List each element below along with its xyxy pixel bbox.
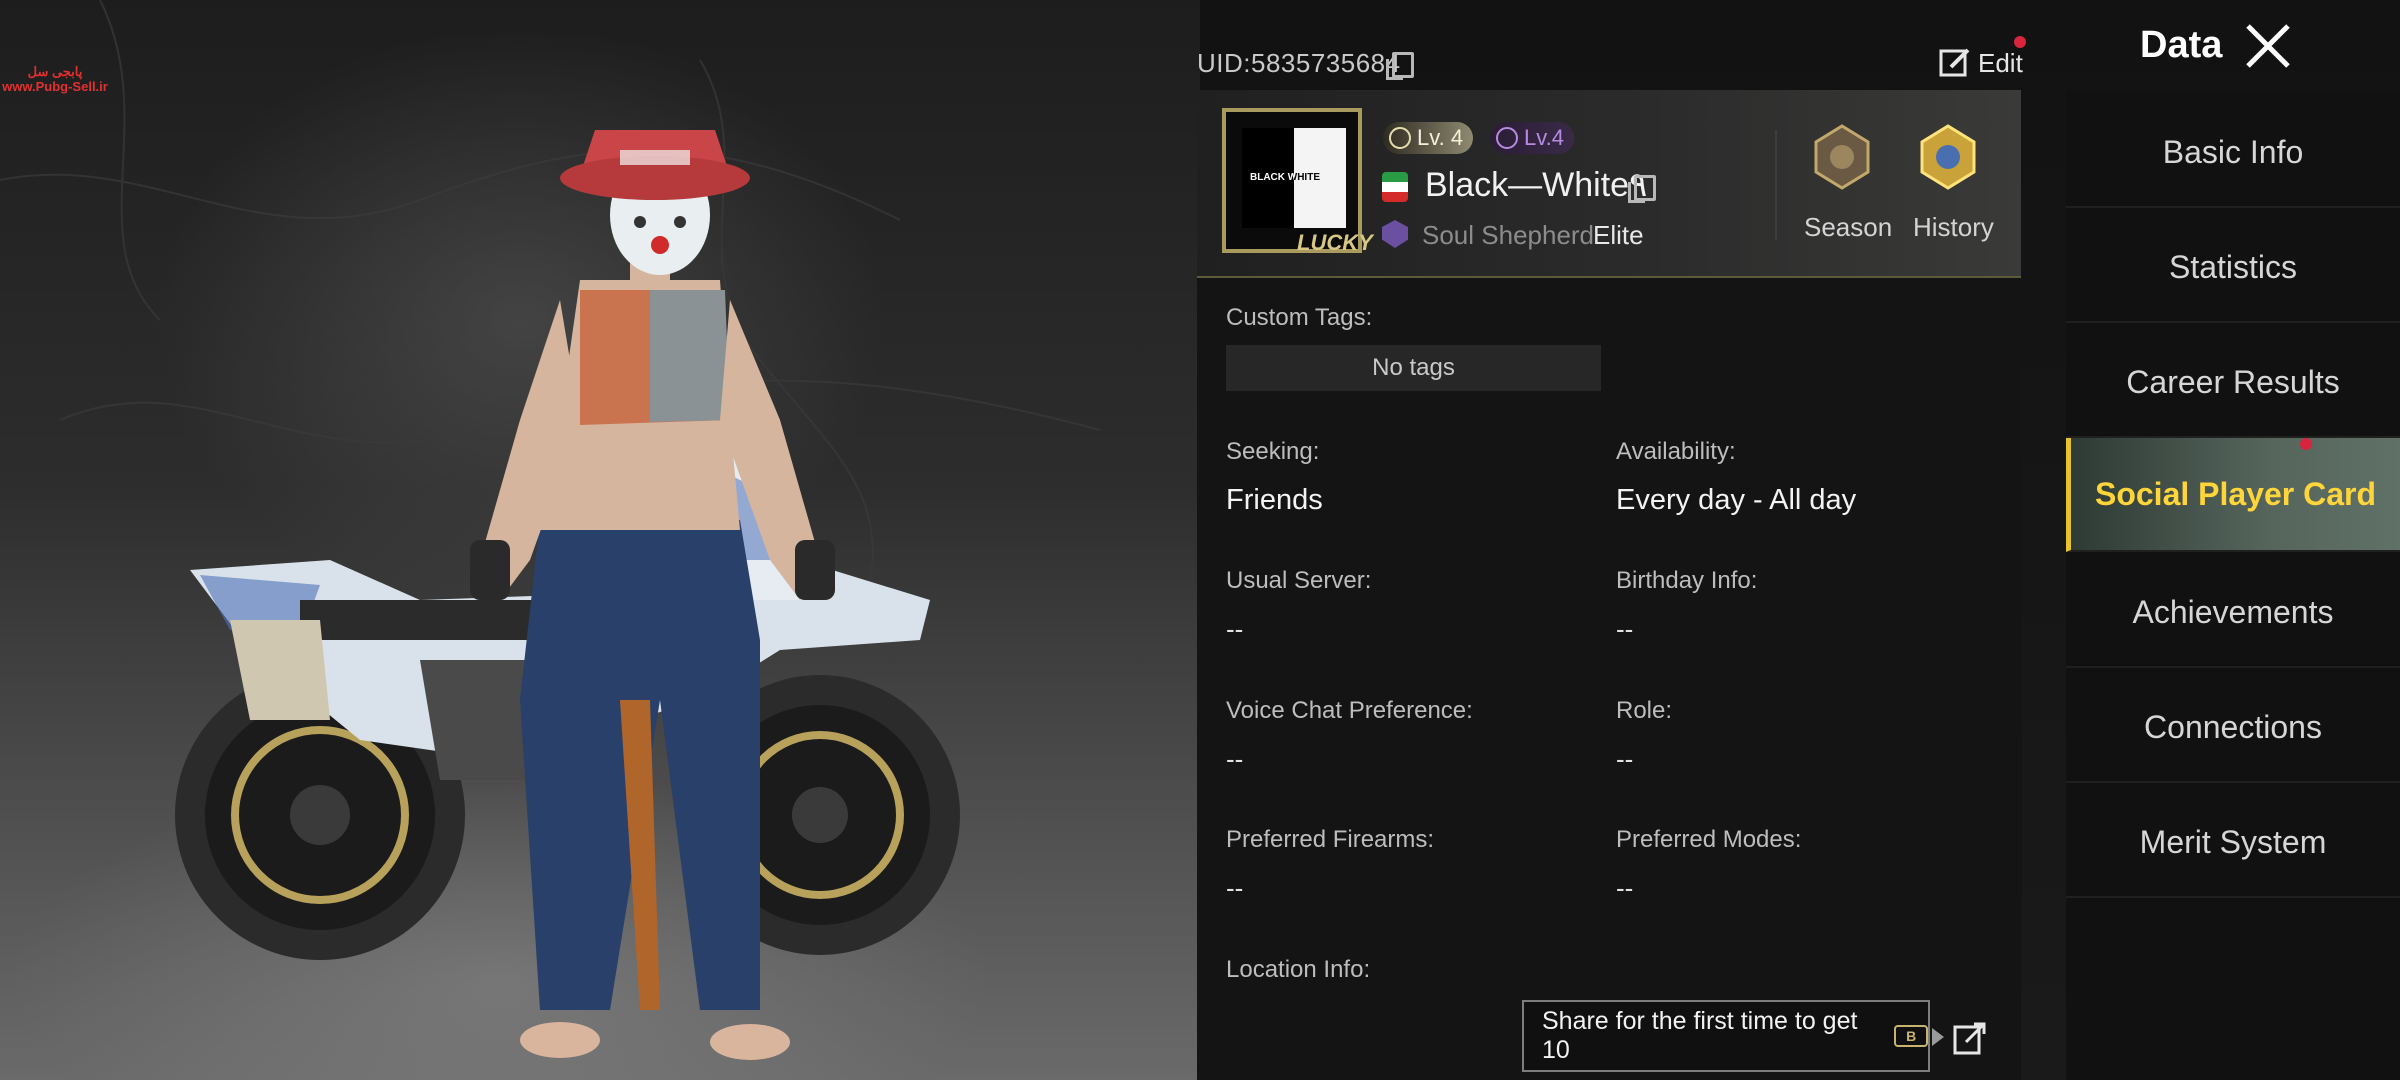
sidebar-item-basic-info[interactable]: Basic Info xyxy=(2066,98,2400,208)
sidebar-item-merit-system[interactable]: Merit System xyxy=(2066,788,2400,898)
sidebar-item-connections[interactable]: Connections xyxy=(2066,673,2400,783)
clan-rank: Elite xyxy=(1593,220,1644,250)
voice-chat-value: -- xyxy=(1226,744,1244,774)
birthday-value: -- xyxy=(1616,614,1634,644)
share-reward-banner[interactable]: Share for the first time to get 10 B xyxy=(1522,1000,1930,1072)
voice-chat-label: Voice Chat Preference: xyxy=(1226,697,1473,724)
coin-icon: B xyxy=(1894,1025,1928,1047)
level-badge-primary: Lv. 4 xyxy=(1383,122,1474,154)
sidebar-title: Data xyxy=(2140,24,2223,66)
level-secondary-text: Lv.4 xyxy=(1524,125,1564,150)
firearms-value: -- xyxy=(1226,873,1244,903)
share-external-icon[interactable] xyxy=(1952,1020,1988,1056)
availability-value: Every day - All day xyxy=(1616,484,1857,516)
player-name: Black—White٩ xyxy=(1425,166,1648,204)
level-arrow-icon xyxy=(1389,127,1411,149)
role-value: -- xyxy=(1616,744,1634,774)
copy-name-icon[interactable] xyxy=(1628,175,1656,203)
close-icon[interactable] xyxy=(2242,20,2294,72)
modes-value: -- xyxy=(1616,873,1634,903)
notification-dot xyxy=(2300,438,2312,450)
notification-dot xyxy=(2014,36,2026,48)
level-primary-text: Lv. 4 xyxy=(1417,125,1464,150)
birthday-label: Birthday Info: xyxy=(1616,567,1758,594)
character-scene: پابجی سل www.Pubg-Sell.ir xyxy=(0,0,1200,1080)
availability-label: Availability: xyxy=(1616,438,1736,465)
modes-label: Preferred Modes: xyxy=(1616,826,1802,853)
watermark-line-2: www.Pubg-Sell.ir xyxy=(2,79,108,94)
avatar-text: BLACK WHITE xyxy=(1250,172,1320,183)
watermark: پابجی سل www.Pubg-Sell.ir xyxy=(0,64,110,94)
firearms-label: Preferred Firearms: xyxy=(1226,826,1435,853)
usual-server-value: -- xyxy=(1226,614,1244,644)
sidebar-item-achievements[interactable]: Achievements xyxy=(2066,558,2400,668)
history-medal-icon[interactable] xyxy=(1916,124,1980,190)
edit-label: Edit xyxy=(1978,47,2023,78)
custom-tags-box: No tags xyxy=(1226,345,1601,391)
frame-banner: LUCKY xyxy=(1297,230,1373,255)
sidebar-item-social-player-card[interactable]: Social Player Card xyxy=(2066,438,2400,552)
edit-icon xyxy=(1939,48,1970,77)
sidebar-item-statistics[interactable]: Statistics xyxy=(2066,213,2400,323)
share-text: Share for the first time to get 10 xyxy=(1542,1007,1858,1064)
share-pointer-icon xyxy=(1932,1028,1944,1046)
flame-icon xyxy=(1496,127,1518,149)
role-label: Role: xyxy=(1616,697,1673,724)
sidebar-item-career-results[interactable]: Career Results xyxy=(2066,328,2400,438)
usual-server-label: Usual Server: xyxy=(1226,567,1372,594)
season-medal-icon[interactable] xyxy=(1810,124,1874,190)
clan-name[interactable]: Soul Shepherd xyxy=(1422,220,1594,251)
level-badge-secondary: Lv.4 xyxy=(1490,122,1574,154)
iran-flag-icon xyxy=(1382,172,1408,202)
watermark-line-1: پابجی سل xyxy=(27,64,83,79)
custom-tags-label: Custom Tags: xyxy=(1226,304,1373,331)
seeking-label: Seeking: xyxy=(1226,438,1320,465)
uid-text: UID:5835735684 xyxy=(1197,48,1401,78)
header-divider xyxy=(1775,130,1777,240)
character-with-motorcycle-illustration xyxy=(0,0,1101,1060)
edit-button[interactable]: Edit xyxy=(1938,46,2023,80)
avatar: BLACK WHITE xyxy=(1242,128,1346,228)
copy-uid-icon[interactable] xyxy=(1386,52,1414,80)
location-label: Location Info: xyxy=(1226,956,1371,983)
season-label[interactable]: Season xyxy=(1804,212,1892,243)
history-label[interactable]: History xyxy=(1913,212,1994,243)
seeking-value: Friends xyxy=(1226,484,1323,516)
